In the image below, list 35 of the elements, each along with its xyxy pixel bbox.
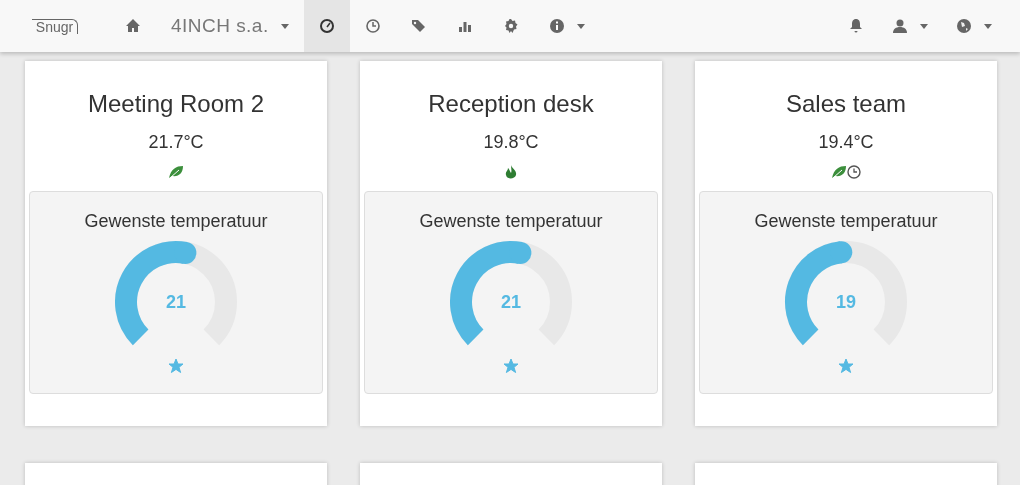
company-dropdown[interactable]: 4INCH s.a. bbox=[156, 0, 304, 52]
room-temperature: 21.7°C bbox=[148, 131, 204, 153]
setpoint-label: Gewenste temperatuur bbox=[754, 210, 938, 232]
brand-logo[interactable]: Snugr bbox=[31, 18, 79, 34]
favorite-star-icon[interactable] bbox=[503, 358, 519, 374]
tags-icon bbox=[410, 18, 427, 34]
setpoint-value: 21 bbox=[501, 292, 521, 312]
caret-icon bbox=[984, 23, 992, 29]
home-icon bbox=[125, 18, 141, 34]
flame-icon bbox=[505, 164, 517, 180]
user-icon bbox=[892, 18, 908, 34]
nav-tab[interactable] bbox=[303, 0, 350, 52]
globe-icon bbox=[956, 18, 972, 34]
caret-icon bbox=[576, 23, 585, 29]
gauge-icon bbox=[318, 18, 335, 34]
favorite-star-icon[interactable] bbox=[838, 358, 854, 374]
setpoint-label: Gewenste temperatuur bbox=[84, 210, 268, 232]
room-temperature: 19.8°C bbox=[483, 131, 539, 153]
caret-icon bbox=[920, 23, 928, 29]
setpoint-value: 19 bbox=[836, 292, 856, 312]
settings-icon bbox=[502, 18, 519, 34]
setpoint-label: Gewenste temperatuur bbox=[419, 210, 603, 232]
room-name: Sales team bbox=[785, 89, 907, 119]
room-temperature: 19.4°C bbox=[818, 131, 874, 153]
leaf-icon bbox=[831, 165, 847, 179]
setpoint-value: 21 bbox=[166, 292, 186, 312]
clock-icon bbox=[364, 18, 381, 34]
clock-icon bbox=[847, 165, 861, 179]
favorite-star-icon[interactable] bbox=[168, 358, 184, 374]
room-name: Meeting Room 2 bbox=[87, 89, 265, 119]
leaf-icon bbox=[168, 165, 184, 179]
info-icon bbox=[548, 18, 565, 34]
bell-icon bbox=[848, 18, 864, 34]
caret-icon bbox=[280, 23, 289, 29]
room-name: Reception desk bbox=[428, 89, 594, 119]
